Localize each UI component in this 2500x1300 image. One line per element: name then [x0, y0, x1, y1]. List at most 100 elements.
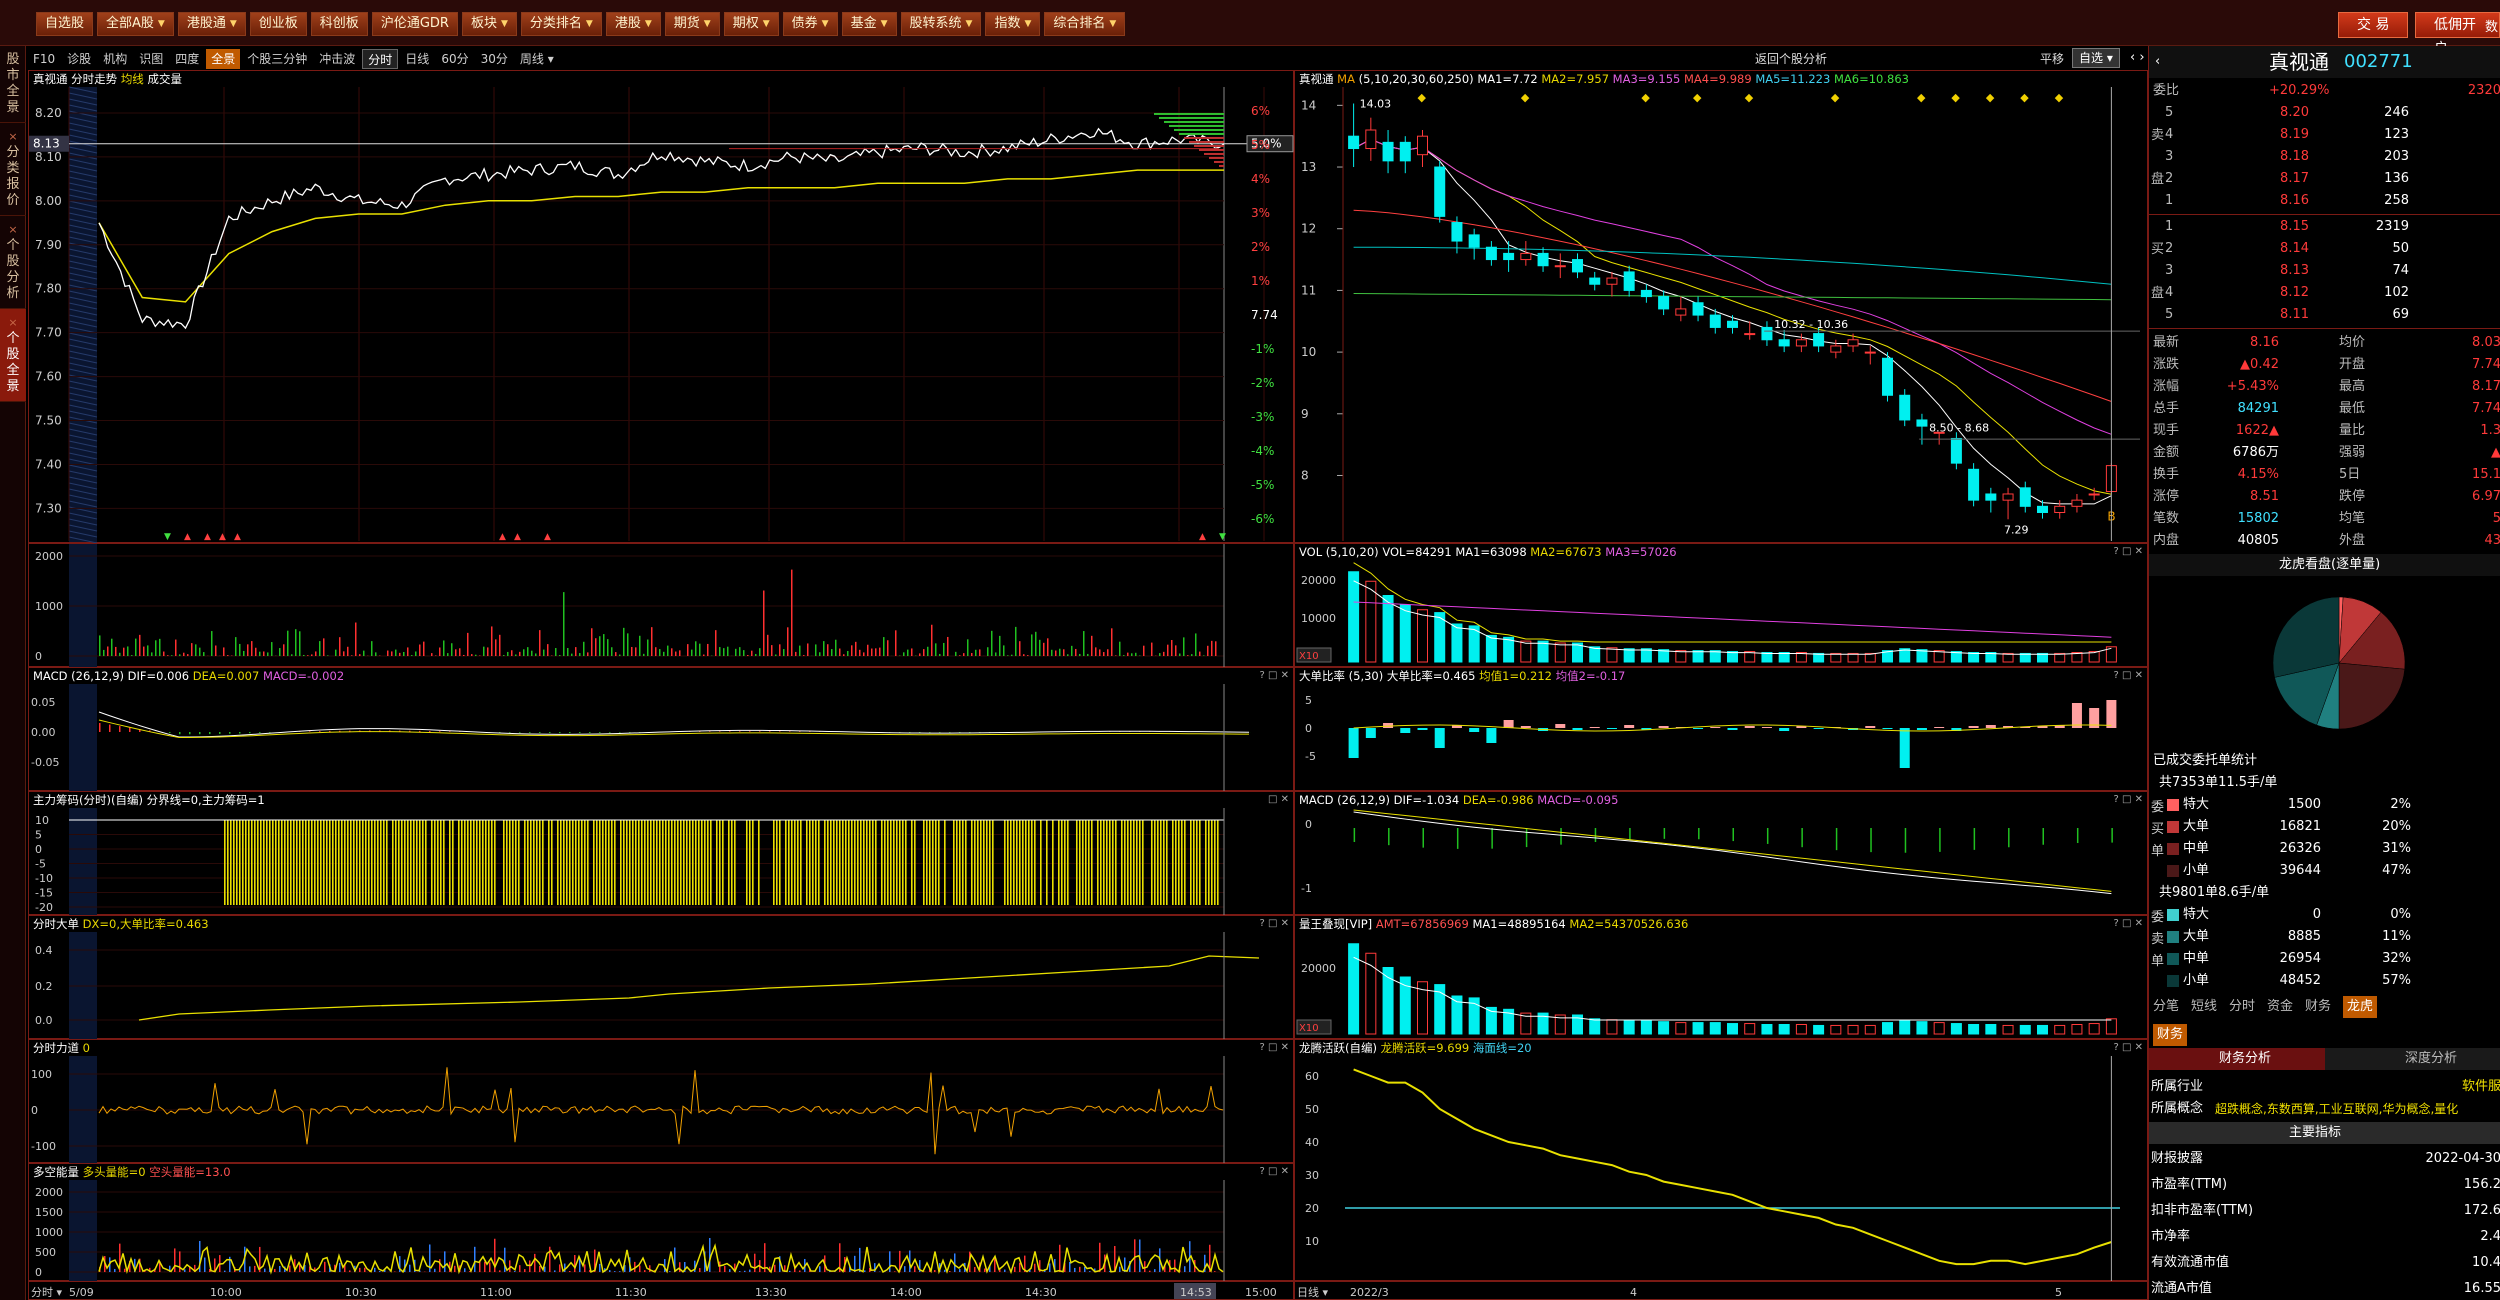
- volume-bar: [971, 653, 973, 656]
- chips-bar: [1163, 820, 1165, 905]
- menu-item-15[interactable]: 综合排名 ▼: [1044, 12, 1126, 36]
- kline-panel[interactable]: 真视通 MA (5,10,20,30,60,250) MA1=7.72 MA2=…: [1294, 70, 2148, 543]
- nav-arrows-icon[interactable]: ‹ ›: [2130, 50, 2145, 65]
- flat-button[interactable]: 平移: [2040, 50, 2064, 67]
- sell-stat-count: 26954: [2279, 951, 2321, 966]
- rail-item-1[interactable]: × 分 类 报 价: [0, 123, 26, 216]
- chips-panel[interactable]: 主力筹码(分时)(自编) 分界线=0,主力筹码=1 □ ✕ 10 5 0 -5 -10 -…: [28, 791, 1294, 916]
- return-analysis-link[interactable]: 返回个股分析: [1755, 50, 1827, 67]
- tab-8[interactable]: 分时: [362, 49, 399, 69]
- tab-2[interactable]: 机构: [98, 49, 132, 69]
- tab-3[interactable]: 识图: [134, 49, 168, 69]
- intraday-bigorder-panel[interactable]: 分时大单 DX=0,大单比率=0.463 ? □ ✕ 0.4 0.2 0.0: [28, 915, 1294, 1040]
- volume-bar: [979, 649, 981, 656]
- menu-item-13[interactable]: 股转系统 ▼: [900, 12, 982, 36]
- menu-item-0[interactable]: 自选股: [36, 12, 94, 36]
- chips-bar: [491, 820, 493, 905]
- close-icon[interactable]: ×: [0, 222, 26, 238]
- rail-item-3[interactable]: × 个 股 全 景: [0, 309, 26, 402]
- tab-5[interactable]: 全景: [206, 49, 241, 69]
- panel-close-icon[interactable]: ? □ ✕: [1260, 1164, 1290, 1180]
- tab-12[interactable]: 周线 ▾: [515, 49, 559, 69]
- panel-close-icon[interactable]: ? □ ✕: [2114, 544, 2144, 560]
- ma-selector[interactable]: MA: [1337, 72, 1355, 86]
- menu-item-12[interactable]: 基金 ▼: [841, 12, 897, 36]
- menu-item-5[interactable]: 沪伦通GDR: [371, 12, 458, 36]
- panel-close-icon[interactable]: ? □ ✕: [2114, 1040, 2144, 1056]
- amt-bar: [1864, 1024, 1876, 1035]
- tab-11[interactable]: 30分: [476, 49, 513, 69]
- detail-tab-4[interactable]: 财务: [2305, 996, 2331, 1018]
- depth-bar: [1194, 144, 1224, 147]
- panel-close-icon[interactable]: ? □ ✕: [2114, 792, 2144, 808]
- panel-close-icon[interactable]: □ ✕: [1268, 792, 1289, 808]
- deep-analysis-tab[interactable]: 深度分析: [2405, 1048, 2457, 1070]
- ratio-bar: [1606, 728, 1617, 729]
- tab-6[interactable]: 个股三分钟: [242, 49, 312, 69]
- tab-7[interactable]: 冲击波: [314, 49, 360, 69]
- fin-analysis-tab[interactable]: 财务分析: [2219, 1048, 2271, 1070]
- menu-item-6[interactable]: 板块 ▼: [461, 12, 517, 36]
- tab-10[interactable]: 60分: [436, 49, 473, 69]
- kline-chart[interactable]: 14 13 12 11 10 9 8 14.03 10.32 - 10.36 8.50 - 8.6…: [1295, 71, 2149, 544]
- tab-0[interactable]: F10: [28, 49, 60, 69]
- volume-bar: [187, 654, 189, 656]
- stock-name: 真视通: [2269, 50, 2329, 74]
- menu-item-14[interactable]: 指数 ▼: [985, 12, 1041, 36]
- self-select-dropdown[interactable]: 自选 ▾: [2072, 48, 2120, 68]
- panel-close-icon[interactable]: ? □ ✕: [1260, 916, 1290, 932]
- rail-item-2[interactable]: × 个 股 分 析: [0, 216, 26, 309]
- close-icon[interactable]: ×: [0, 315, 26, 331]
- fin-tab[interactable]: 财务: [2153, 1024, 2188, 1046]
- trade-button[interactable]: 交 易: [2338, 12, 2409, 38]
- multi-energy-panel[interactable]: 多空能量 多头量能=0 空头量能=13.0 ? □ ✕ 2000 1500 1000…: [28, 1163, 1294, 1282]
- volume-bar: [1163, 651, 1165, 656]
- detail-tab-1[interactable]: 短线: [2191, 996, 2217, 1018]
- back-icon[interactable]: ‹: [2155, 46, 2160, 78]
- tab-9[interactable]: 日线: [400, 49, 434, 69]
- menu-item-1[interactable]: 全部A股 ▼: [97, 12, 174, 36]
- chips-bar: [560, 820, 562, 905]
- bigratio-panel[interactable]: 大单比率 (5,30) 大单比率=0.465 均值1=0.212 均值2=-0.…: [1294, 667, 2148, 791]
- intraday-macd-panel[interactable]: MACD (26,12,9) DIF=0.006 DEA=0.007 MACD=…: [28, 667, 1294, 792]
- top-extra-label[interactable]: 数: [2485, 16, 2498, 35]
- chips-bar: [251, 820, 253, 905]
- panel-close-icon[interactable]: ? □ ✕: [2114, 668, 2144, 684]
- menu-item-3[interactable]: 创业板: [249, 12, 307, 36]
- intraday-chart[interactable]: 8.20 8.10 8.00 7.90 7.80 7.70 7.60 7.50 7.40 7.30…: [29, 71, 1295, 544]
- menu-item-10[interactable]: 期权 ▼: [723, 12, 779, 36]
- energy-bar: [639, 1265, 641, 1272]
- detail-tab-2[interactable]: 分时: [2229, 996, 2255, 1018]
- time-tick: 11:00: [480, 1286, 512, 1299]
- panel-close-icon[interactable]: ? □ ✕: [1260, 668, 1290, 684]
- tab-4[interactable]: 四度: [170, 49, 204, 69]
- detail-tab-3[interactable]: 资金: [2267, 996, 2293, 1018]
- volume-bar: [1047, 638, 1049, 656]
- menu-item-2[interactable]: 港股通 ▼: [177, 12, 246, 36]
- detail-tab-0[interactable]: 分笔: [2153, 996, 2179, 1018]
- macd-bar: [129, 727, 131, 732]
- axis-button: 分时 ▾: [31, 1286, 62, 1299]
- panel-close-icon[interactable]: ? □ ✕: [1260, 1040, 1290, 1056]
- menu-item-7[interactable]: 分类排名 ▼: [520, 12, 602, 36]
- detail-tab-5[interactable]: 龙虎: [2343, 996, 2378, 1018]
- kline-volume-panel[interactable]: VOL (5,10,20) VOL=84291 MA1=63098 MA2=67…: [1294, 543, 2148, 667]
- date-tick: 2022/3: [1350, 1286, 1389, 1299]
- intraday-price-panel[interactable]: 真视通 分时走势 均线 成交量 8.20 8.10 8.00 7.90 7.80 7.70…: [28, 70, 1295, 544]
- menu-item-8[interactable]: 港股 ▼: [605, 12, 661, 36]
- close-icon[interactable]: ×: [0, 129, 26, 145]
- tab-1[interactable]: 诊股: [62, 49, 96, 69]
- kline-macd-panel[interactable]: MACD (26,12,9) DIF=-1.034 DEA=-0.986 MAC…: [1294, 791, 2148, 915]
- dragon-panel[interactable]: 龙腾活跃(自编) 龙腾活跃=9.699 海面线=20 ? □ ✕ 60 50 40 3…: [1294, 1039, 2148, 1282]
- panel-close-icon[interactable]: ? □ ✕: [2114, 916, 2144, 932]
- ratio-bar: [2106, 700, 2117, 728]
- amt-chart: 20000 X10: [1296, 943, 2117, 1035]
- volume-bar: [963, 653, 965, 656]
- rail-item-0[interactable]: 股 市 全 景: [0, 46, 26, 123]
- menu-item-9[interactable]: 期货 ▼: [664, 12, 720, 36]
- menu-item-4[interactable]: 科创板: [310, 12, 368, 36]
- menu-item-11[interactable]: 债券 ▼: [782, 12, 838, 36]
- amt-panel[interactable]: 量王叠现[VIP] AMT=67856969 MA1=48895164 MA2=…: [1294, 915, 2148, 1039]
- force-panel[interactable]: 分时力道 0 ? □ ✕ 100 0 -100: [28, 1039, 1294, 1164]
- energy-bar: [894, 1271, 896, 1272]
